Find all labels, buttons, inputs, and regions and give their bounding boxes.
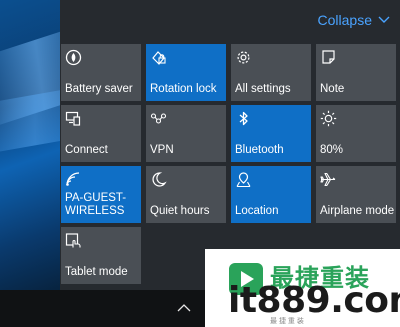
tablet-mode-icon — [65, 232, 82, 249]
desktop-wallpaper — [0, 0, 60, 290]
tile-all-settings[interactable]: All settings — [231, 44, 311, 101]
tile-wifi-network[interactable]: PA-GUEST- WIRELESS — [61, 166, 141, 223]
gear-icon — [235, 49, 252, 66]
tile-tablet-mode[interactable]: Tablet mode — [61, 227, 141, 284]
note-icon — [320, 49, 337, 66]
tile-label: Location — [235, 205, 279, 217]
location-icon — [235, 171, 252, 188]
tile-brightness[interactable]: 80% — [316, 105, 396, 162]
tile-quiet-hours[interactable]: Quiet hours — [146, 166, 226, 223]
rotation-lock-icon — [150, 49, 167, 66]
collapse-label: Collapse — [317, 12, 372, 28]
tile-rotation-lock[interactable]: Rotation lock — [146, 44, 226, 101]
moon-icon — [150, 171, 167, 188]
tile-label: Rotation lock — [150, 83, 217, 95]
tile-label: Note — [320, 83, 345, 95]
tile-label: Connect — [65, 144, 108, 156]
tile-connect[interactable]: Connect — [61, 105, 141, 162]
airplane-icon — [320, 171, 337, 188]
tile-label: VPN — [150, 144, 174, 156]
bluetooth-icon — [235, 110, 252, 127]
tile-label: Tablet mode — [65, 266, 128, 278]
watermark-small-text: 最 捷 重 装 — [270, 318, 304, 325]
tile-label: All settings — [235, 83, 291, 95]
brightness-icon — [320, 110, 337, 127]
tile-bluetooth[interactable]: Bluetooth — [231, 105, 311, 162]
tile-label: Quiet hours — [150, 205, 210, 217]
tile-note[interactable]: Note — [316, 44, 396, 101]
tile-label: Battery saver — [65, 83, 133, 95]
screenshot-root: Collapse Battery saver Rotation lock All… — [0, 0, 400, 327]
tile-label: PA-GUEST- WIRELESS — [65, 192, 127, 217]
wifi-icon — [65, 171, 82, 188]
connect-icon — [65, 110, 82, 127]
tile-airplane-mode[interactable]: Airplane mode — [316, 166, 396, 223]
collapse-button[interactable]: Collapse — [318, 12, 390, 28]
battery-saver-icon — [65, 49, 82, 66]
tile-vpn[interactable]: VPN — [146, 105, 226, 162]
tile-label: Bluetooth — [235, 144, 284, 156]
watermark-domain: it889.com — [228, 280, 400, 321]
tile-label: 80% — [320, 144, 344, 156]
tile-location[interactable]: Location — [231, 166, 311, 223]
show-hidden-icons-chevron-up-icon[interactable] — [177, 303, 191, 312]
chevron-down-icon — [378, 16, 390, 23]
vpn-icon — [150, 110, 167, 127]
tile-battery-saver[interactable]: Battery saver — [61, 44, 141, 101]
tile-label: Airplane mode — [320, 205, 395, 217]
